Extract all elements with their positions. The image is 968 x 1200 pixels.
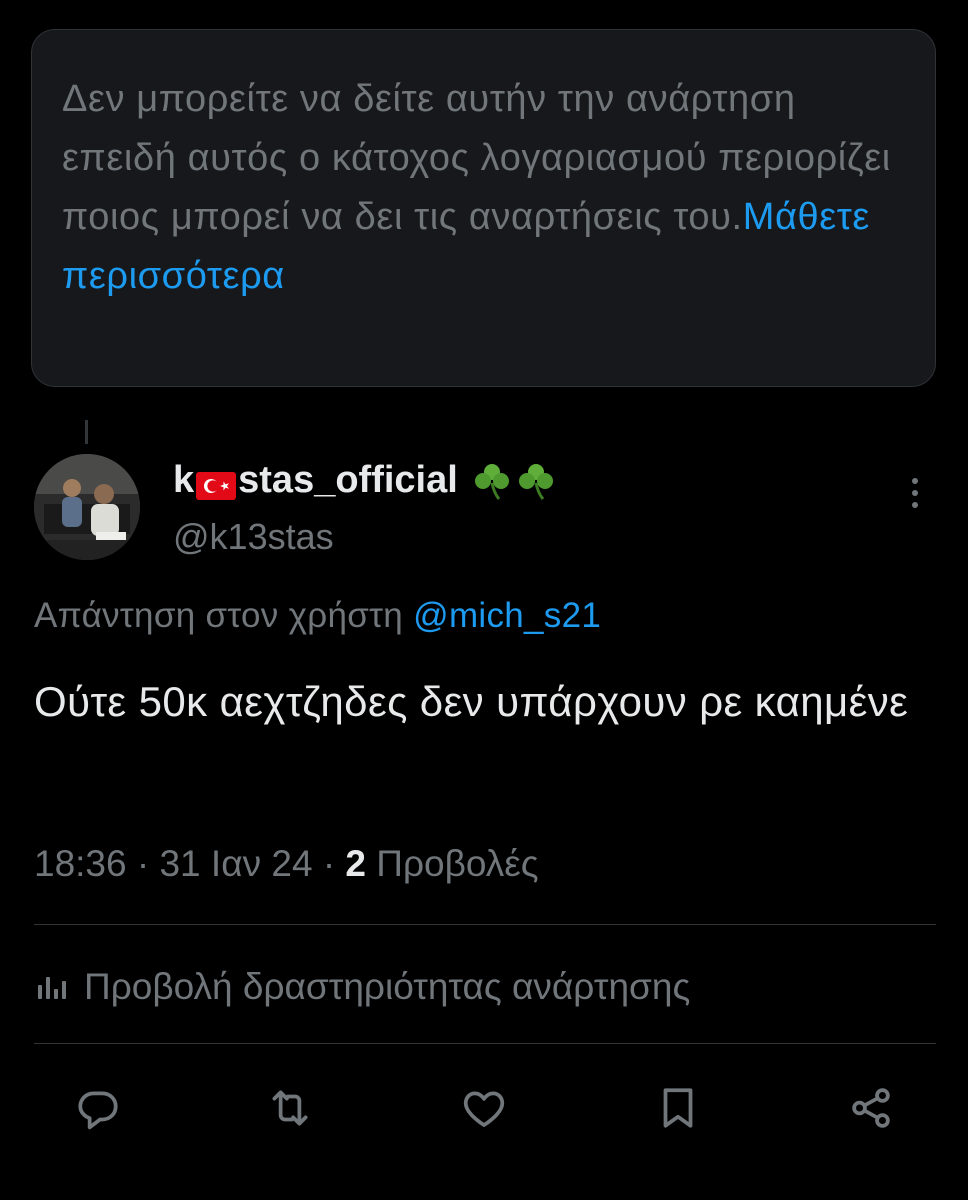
divider [34, 924, 936, 925]
bookmark-icon [663, 1088, 693, 1128]
like-icon [463, 1091, 505, 1127]
user-handle[interactable]: @k13stas [173, 516, 334, 558]
tweet-text: Ούτε 50κ αεχτζηδες δεν υπάρχουν ρε καημέ… [34, 678, 909, 725]
restricted-post-notice: Δεν μπορείτε να δείτε αυτήν την ανάρτηση… [31, 29, 936, 387]
tweet-time[interactable]: 18:36 [34, 843, 127, 884]
share-icon [852, 1088, 890, 1128]
reply-button[interactable] [70, 1080, 126, 1136]
repost-button[interactable] [262, 1080, 318, 1136]
divider [34, 1043, 936, 1044]
reply-icon [78, 1091, 118, 1130]
like-button[interactable] [456, 1080, 512, 1136]
analytics-icon [38, 977, 66, 999]
views-count: 2 [345, 843, 366, 884]
notice-text: Δεν μπορείτε να δείτε αυτήν την ανάρτηση… [62, 70, 905, 306]
shamrock-icon [516, 461, 556, 501]
post-activity-label: Προβολή δραστηριότητας ανάρτησης [84, 966, 691, 1007]
share-button[interactable] [843, 1080, 899, 1136]
reply-context: Απάντηση στον χρήστη @mich_s21 [34, 596, 601, 636]
turkey-flag-icon [196, 467, 237, 500]
more-vertical-icon[interactable] [898, 478, 932, 518]
action-bar [0, 1080, 968, 1140]
thread-connector-line [85, 420, 88, 444]
post-activity-link[interactable]: Προβολή δραστηριότητας ανάρτησης [34, 966, 690, 1008]
views-label: Προβολές [376, 843, 539, 884]
bookmark-button[interactable] [650, 1080, 706, 1136]
display-name-suffix: stas_official [238, 459, 458, 501]
display-name-prefix: k [173, 459, 195, 501]
tweet-meta: 18:36 · 31 Ιαν 24 · 2 Προβολές [34, 843, 539, 884]
avatar[interactable] [34, 454, 140, 560]
shamrock-icon [472, 461, 512, 501]
reply-to-link[interactable]: @mich_s21 [413, 596, 601, 635]
display-name[interactable]: k stas_official [173, 459, 556, 502]
repost-icon [272, 1090, 308, 1126]
reply-prefix: Απάντηση στον χρήστη [34, 596, 404, 635]
tweet-date[interactable]: 31 Ιαν 24 [159, 843, 312, 884]
